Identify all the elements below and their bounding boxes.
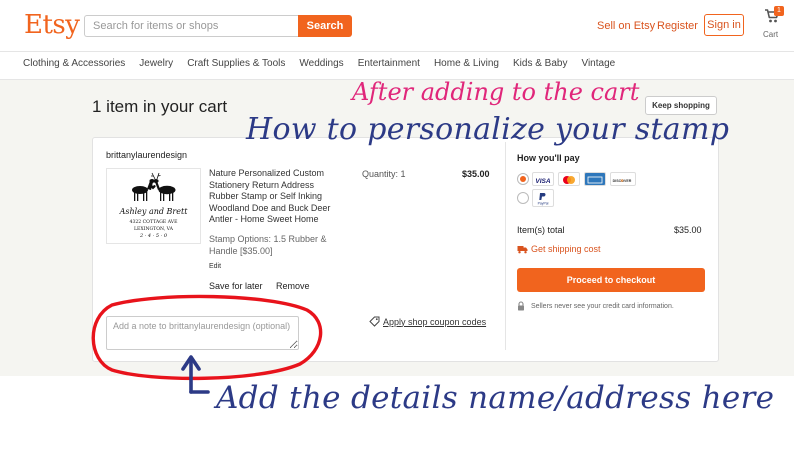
category-link[interactable]: Weddings [299, 58, 343, 69]
annotation-how-to-personalize: How to personalize your stamp [246, 112, 730, 147]
search-input[interactable] [84, 15, 298, 37]
paypal-logo-text: PayPal [538, 202, 549, 206]
amex-logo-icon [584, 172, 606, 186]
item-price: $35.00 [462, 169, 490, 179]
shop-name[interactable]: brittanylaurendesign [106, 150, 187, 160]
payment-divider [505, 142, 506, 350]
annotation-add-details: Add the details name/address here [216, 380, 775, 416]
sign-in-button[interactable]: Sign in [704, 14, 744, 36]
stamp-names-text: Ashley and Brett [119, 207, 189, 216]
paypal-logo-icon: PayPal [532, 189, 554, 207]
sell-on-etsy-link[interactable]: Sell on Etsy [597, 20, 655, 32]
lock-icon [518, 301, 524, 311]
cart-title: 1 item in your cart [92, 97, 228, 116]
category-link[interactable]: Kids & Baby [513, 58, 567, 69]
save-for-later-link[interactable]: Save for later [209, 281, 263, 291]
header-divider [0, 51, 794, 52]
etsy-logo[interactable]: Etsy [24, 10, 80, 40]
note-to-seller-input[interactable] [106, 316, 299, 350]
truck-icon [517, 245, 528, 253]
card-payment-radio[interactable] [517, 173, 529, 185]
annotation-after-adding: After adding to the cart [352, 78, 640, 106]
stamp-zip-text: 2 · 4 · 5 · 0 [139, 233, 168, 239]
items-total-value: $35.00 [674, 225, 702, 235]
search-button[interactable]: Search [298, 15, 352, 37]
category-link[interactable]: Craft Supplies & Tools [187, 58, 285, 69]
secure-payment-note: Sellers never see your credit card infor… [517, 301, 674, 311]
item-title-link[interactable]: Nature Personalized Custom Stationery Re… [209, 168, 339, 226]
remove-link[interactable]: Remove [276, 281, 310, 291]
doe-silhouette-icon [132, 179, 155, 201]
proceed-to-checkout-button[interactable]: Proceed to checkout [517, 268, 705, 292]
stamp-city-text: LEXINGTON, VA [134, 226, 174, 232]
paypal-payment-radio[interactable] [517, 192, 529, 204]
edit-link[interactable]: Edit [209, 263, 221, 270]
category-link[interactable]: Vintage [581, 58, 615, 69]
visa-logo-icon: VISA [532, 172, 554, 186]
register-link[interactable]: Register [657, 20, 698, 32]
get-shipping-cost-label: Get shipping cost [531, 244, 601, 254]
category-link[interactable]: Clothing & Accessories [23, 58, 125, 69]
items-total-label: Item(s) total [517, 225, 565, 235]
item-variation: Stamp Options: 1.5 Rubber & Handle [$35.… [209, 234, 327, 256]
category-link[interactable]: Jewelry [139, 58, 173, 69]
category-link[interactable]: Entertainment [358, 58, 420, 69]
category-link[interactable]: Home & Living [434, 58, 499, 69]
quantity-selector[interactable]: Quantity: 1 [362, 169, 406, 179]
payment-title: How you'll pay [517, 153, 580, 163]
cart-count-badge: 1 [774, 6, 784, 16]
apply-coupon-label: Apply shop coupon codes [383, 316, 487, 327]
cart-label: Cart [763, 30, 779, 39]
tag-icon [369, 316, 380, 327]
visa-logo-text: VISA [535, 178, 550, 185]
mastercard-logo-icon [558, 172, 580, 186]
category-nav: Clothing & Accessories Jewelry Craft Sup… [23, 58, 615, 69]
secure-note-text: Sellers never see your credit card infor… [531, 302, 674, 310]
stamp-street-text: 4322 COTTAGE AVE [130, 219, 178, 225]
item-thumbnail[interactable]: Ashley and Brett 4322 COTTAGE AVE LEXING… [106, 168, 201, 244]
get-shipping-cost-link[interactable]: Get shipping cost [517, 244, 601, 254]
apply-coupon-link[interactable]: Apply shop coupon codes [369, 316, 486, 327]
discover-logo-icon: DISCOVER [610, 172, 636, 186]
